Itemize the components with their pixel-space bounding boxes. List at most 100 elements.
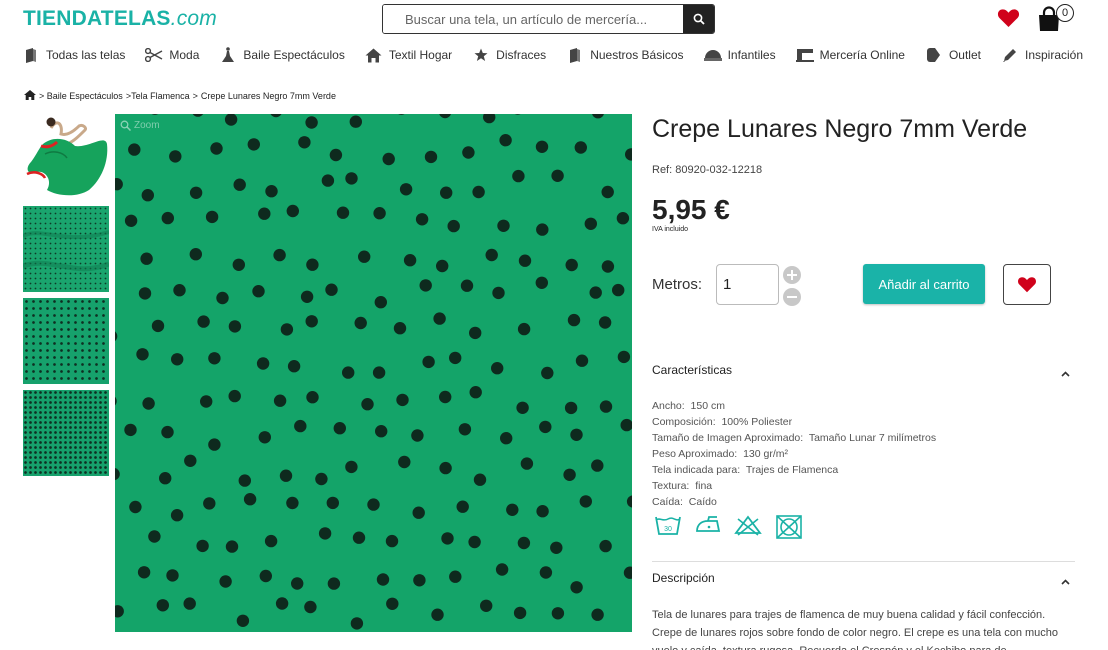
polka-dot	[497, 219, 510, 232]
polka-dot	[584, 217, 597, 230]
cart-button[interactable]: 0	[1037, 4, 1077, 32]
polka-dot	[436, 259, 449, 273]
nav-item-merceria-online[interactable]: Mercería Online	[795, 47, 905, 63]
feature-row: Composición: 100% Poliester	[652, 414, 936, 430]
polka-dot	[219, 575, 232, 588]
polka-dot	[184, 454, 197, 467]
polka-dot	[367, 498, 380, 511]
breadcrumb-link[interactable]: > Baile Espectáculos	[39, 91, 123, 101]
polka-dot	[243, 493, 257, 506]
feature-label: Caída:	[652, 496, 683, 508]
polka-dot	[535, 276, 548, 289]
feature-label: Peso Aproximado:	[652, 448, 738, 460]
nav-label: Infantiles	[727, 48, 776, 62]
polka-dot	[115, 331, 118, 342]
nav-item-baile-espectaculos[interactable]: Baile Espectáculos	[219, 47, 345, 63]
polka-dot	[485, 248, 498, 262]
dancer-icon	[219, 47, 237, 63]
polka-dot	[275, 597, 289, 610]
polka-dot	[574, 141, 587, 154]
polka-dot	[469, 386, 482, 399]
nav-item-nuestros-basicos[interactable]: Nuestros Básicos	[566, 47, 684, 63]
chevron-up-icon[interactable]	[1061, 577, 1070, 588]
polka-dot	[550, 541, 563, 554]
polka-dot	[159, 472, 172, 485]
thumbnail-dancer[interactable]	[23, 114, 109, 200]
features-list: Ancho: 150 cm Composición: 100% Polieste…	[652, 398, 936, 510]
polka-dot	[247, 138, 260, 151]
add-to-cart-button[interactable]: Añadir al carrito	[863, 264, 985, 304]
polka-dot	[447, 219, 460, 233]
quantity-decrease-button[interactable]	[783, 288, 801, 306]
quantity-input[interactable]	[716, 264, 779, 305]
polka-dot	[232, 258, 245, 271]
site-logo[interactable]: TIENDATELAS.com	[23, 7, 217, 31]
breadcrumb-separator: >	[192, 91, 198, 101]
thumbnail-drape[interactable]	[23, 206, 109, 292]
features-heading[interactable]: Características	[652, 363, 732, 377]
dancer-photo	[26, 117, 108, 196]
polka-dot	[273, 248, 286, 262]
nav-item-todas-las-telas[interactable]: Todas las telas	[22, 47, 125, 63]
polka-dot	[539, 566, 553, 579]
polka-dot	[124, 214, 138, 227]
polka-dot	[256, 357, 270, 370]
nav-label: Moda	[169, 48, 200, 62]
polka-dot	[321, 174, 335, 187]
iron-low-icon	[695, 514, 721, 540]
polka-dot	[480, 599, 493, 612]
thumbnail-fabric-far[interactable]	[23, 390, 109, 476]
polka-dot	[358, 250, 371, 263]
add-to-wishlist-button[interactable]	[1003, 264, 1051, 305]
description-heading[interactable]: Descripción	[652, 571, 715, 585]
polka-dot	[280, 323, 294, 336]
nav-item-infantiles[interactable]: Infantiles	[703, 47, 776, 63]
polka-dot	[517, 322, 531, 336]
care-symbols: 30	[654, 514, 816, 540]
polka-dot	[128, 143, 141, 156]
main-product-image[interactable]	[115, 114, 632, 632]
polka-dot	[161, 211, 174, 225]
feature-row: Tamaño de Imagen Aproximado: Tamaño Luna…	[652, 430, 936, 446]
nav-item-outlet[interactable]: Outlet	[925, 47, 981, 63]
tag-icon	[925, 47, 943, 63]
polka-dot	[449, 570, 462, 583]
polka-dot	[516, 401, 529, 414]
pencil-icon	[1001, 47, 1019, 63]
home-icon[interactable]	[24, 90, 36, 102]
polka-dot	[228, 320, 242, 333]
wash-30-icon: 30	[654, 514, 682, 540]
nav-item-disfraces[interactable]: Disfraces	[472, 47, 546, 63]
polka-dot	[210, 142, 223, 155]
nav-label: Disfraces	[496, 48, 547, 62]
wishlist-button[interactable]	[997, 8, 1020, 33]
polka-dot	[403, 254, 417, 267]
nav-item-textil-hogar[interactable]: Textil Hogar	[365, 47, 452, 63]
polka-dot	[512, 169, 525, 183]
polka-dot	[140, 252, 153, 265]
polka-dot	[115, 178, 123, 191]
search-button[interactable]	[683, 5, 714, 33]
polka-dot	[300, 290, 314, 303]
polka-dot	[306, 258, 319, 271]
chevron-up-icon[interactable]	[1061, 369, 1070, 380]
thumbnail-fabric-close[interactable]	[23, 298, 109, 384]
fabric-roll-icon	[566, 47, 584, 63]
polka-dot	[398, 455, 411, 469]
polka-dot	[270, 114, 282, 118]
search-input[interactable]	[383, 5, 685, 33]
polka-dot	[601, 185, 614, 199]
nav-item-moda[interactable]: Moda	[145, 47, 199, 63]
polka-dot	[252, 285, 265, 298]
nav-item-inspiracion[interactable]: Inspiración	[1001, 47, 1083, 63]
polka-dot	[238, 474, 251, 487]
polka-dot	[142, 397, 155, 410]
quantity-increase-button[interactable]	[783, 266, 801, 284]
feature-label: Ancho:	[652, 400, 685, 412]
polka-dot	[375, 425, 388, 438]
polka-dot	[315, 472, 328, 486]
feature-value: Caído	[688, 496, 717, 508]
breadcrumb-link[interactable]: >Tela Flamenca	[126, 91, 190, 101]
polka-dot	[189, 186, 203, 199]
polka-dot	[382, 152, 395, 166]
